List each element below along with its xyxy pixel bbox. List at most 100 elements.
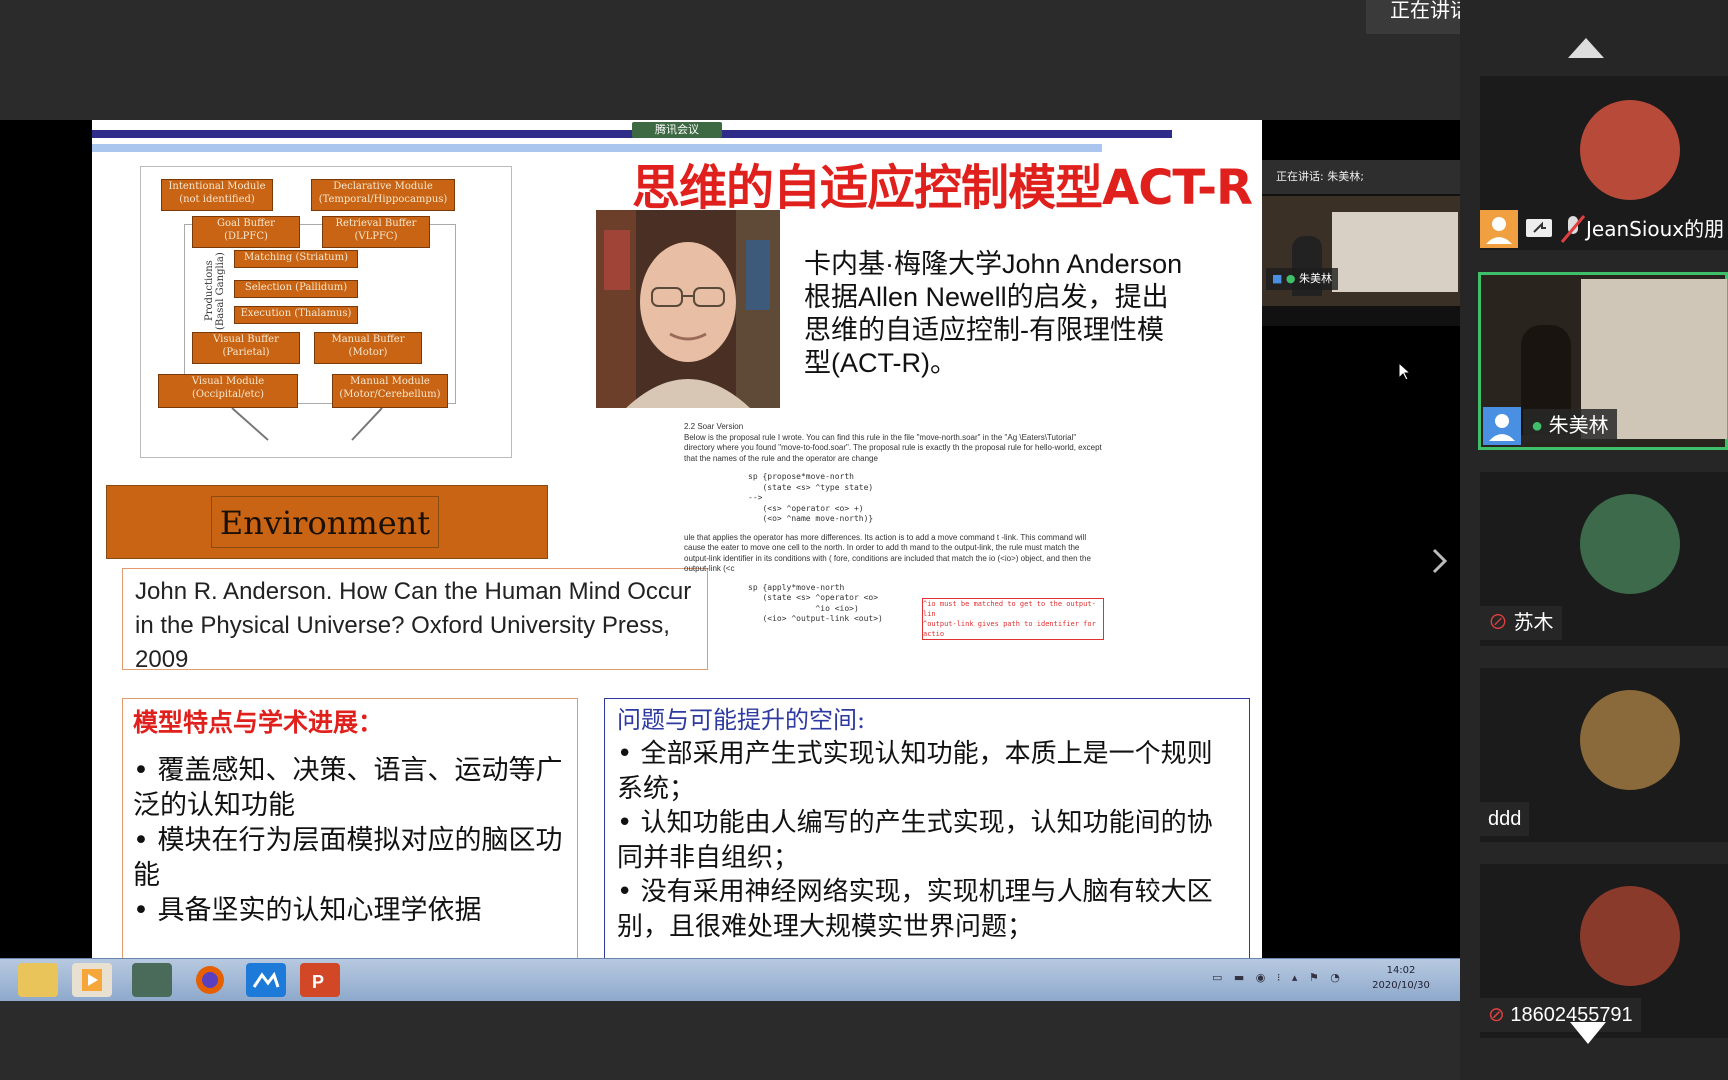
svg-text:P: P bbox=[312, 972, 324, 992]
soar-excerpt: 2.2 Soar Version Below is the proposal r… bbox=[684, 422, 1104, 640]
mouse-cursor-icon bbox=[1398, 362, 1412, 381]
participant-panel: JeanSioux的朋 ● 朱美林 ⊘ 苏木 ddd ⊘ 18602455791 bbox=[1460, 0, 1728, 1080]
participant-tile[interactable]: ⊘ 苏木 bbox=[1480, 472, 1728, 646]
taskbar-clock[interactable]: 14:02 2020/10/30 bbox=[1360, 963, 1442, 993]
meeting-app-label: 腾讯会议 bbox=[632, 122, 722, 138]
participant-tile[interactable]: ⊘ 18602455791 bbox=[1480, 864, 1728, 1038]
environment-box: Environment bbox=[106, 485, 548, 559]
issues-heading: 问题与可能提升的空间: bbox=[617, 706, 866, 734]
thumb-speaking: 正在讲话: 朱美林; bbox=[1262, 160, 1460, 194]
module-label: Goal Buffer bbox=[217, 218, 275, 229]
avatar bbox=[1580, 494, 1680, 594]
issue-item: • 没有采用神经网络实现，实现机理与人脑有较大区别，且很难处理大规模实世界问题； bbox=[617, 877, 1213, 942]
avatar bbox=[1580, 690, 1680, 790]
features-box: 模型特点与学术进展： • 覆盖感知、决策、语言、运动等广泛的认知功能 • 模块在… bbox=[122, 698, 578, 958]
participant-tile[interactable]: ddd bbox=[1480, 668, 1728, 842]
participant-nametag: ⊘ 苏木 bbox=[1480, 606, 1562, 640]
slide-title: 思维的自适应控制模型ACT-R bbox=[632, 160, 1253, 216]
module-label: Manual Buffer bbox=[331, 334, 405, 345]
citation-box: John R. Anderson. How Can the Human Mind… bbox=[122, 568, 708, 673]
powerpoint-icon[interactable]: P bbox=[300, 963, 340, 997]
scroll-up-icon[interactable] bbox=[1566, 36, 1606, 60]
goal-buffer: Goal Buffer (DLPFC) bbox=[192, 216, 300, 248]
author-photo bbox=[596, 210, 780, 408]
soar-paragraph: Below is the proposal rule I wrote. You … bbox=[684, 432, 1102, 463]
module-region: (VLPFC) bbox=[354, 231, 398, 242]
thumb-screen bbox=[1332, 212, 1458, 292]
user-icon bbox=[1483, 407, 1521, 445]
mic-muted-icon: ⊘ bbox=[1488, 1004, 1505, 1026]
soar-paragraph: ule that applies the operator has more d… bbox=[684, 532, 1091, 574]
soar-code-propose: sp {propose*move-north (state <s> ^type … bbox=[748, 472, 874, 523]
portrait-image bbox=[596, 210, 780, 408]
participant-nametag: ddd bbox=[1480, 802, 1530, 836]
user-icon bbox=[1480, 210, 1518, 248]
module-label: Visual Module bbox=[191, 376, 265, 387]
screen-share-icon bbox=[1522, 210, 1556, 248]
productions-label: Productions (Basal Ganglia) bbox=[204, 252, 226, 330]
manual-buffer: Manual Buffer (Motor) bbox=[314, 332, 422, 364]
remote-desktop-icon[interactable] bbox=[132, 963, 172, 997]
issue-item: • 认知功能由人编写的产生式实现，认知功能间的协同并非自组织； bbox=[617, 808, 1213, 873]
diagram-connectors bbox=[231, 408, 383, 441]
chevron-right-icon[interactable] bbox=[1430, 546, 1450, 576]
declarative-module: Declarative Module (Temporal/Hippocampus… bbox=[311, 179, 455, 211]
participant-tile-active[interactable]: ● 朱美林 bbox=[1478, 272, 1728, 450]
user-icon: ■ bbox=[1272, 272, 1283, 285]
avatar bbox=[1580, 100, 1680, 200]
module-label: Visual Buffer bbox=[213, 334, 279, 345]
windows-taskbar: P ▭ ▬ ◉ ⁝ ▴ ⚑ ◔ 14:02 2020/10/30 bbox=[0, 958, 1460, 1001]
annotation-line: ^io must be matched to get to the output… bbox=[923, 600, 1096, 618]
mic-icon: ● bbox=[1285, 272, 1296, 285]
clock-time: 14:02 bbox=[1386, 965, 1416, 976]
feature-item: • 模块在行为层面模拟对应的脑区功能 bbox=[133, 825, 563, 891]
issue-item: • 全部采用产生式实现认知功能，本质上是一个规则系统； bbox=[617, 739, 1213, 804]
participant-tile[interactable]: JeanSioux的朋 bbox=[1480, 76, 1728, 250]
module-region: (Temporal/Hippocampus) bbox=[318, 194, 448, 205]
mic-active-icon: ● bbox=[1531, 415, 1544, 437]
mic-muted-icon bbox=[1558, 212, 1588, 250]
participant-name: 朱美林 bbox=[1548, 415, 1609, 437]
participant-nametag: ● 朱美林 bbox=[1523, 409, 1617, 443]
soar-annotation: ^io must be matched to get to the output… bbox=[922, 598, 1104, 640]
manual-module: Manual Module (Motor/Cerebellum) bbox=[332, 374, 448, 408]
environment-label: Environment bbox=[211, 496, 439, 548]
author-description: 卡内基·梅隆大学John Anderson根据Allen Newell的启发，提… bbox=[804, 249, 1183, 378]
media-player-icon[interactable] bbox=[72, 963, 112, 997]
retrieval-buffer: Retrieval Buffer (VLPFC) bbox=[322, 216, 430, 248]
module-region: (DLPFC) bbox=[224, 231, 268, 242]
module-region: (Motor) bbox=[348, 347, 388, 358]
tray-icons: ▭ ▬ ◉ ⁝ ▴ ⚑ ◔ bbox=[1212, 971, 1344, 984]
intentional-module: Intentional Module (not identified) bbox=[161, 179, 273, 211]
scroll-down-icon[interactable] bbox=[1568, 1020, 1608, 1046]
thumb-nametag: ■ ● 朱美林 bbox=[1266, 268, 1339, 290]
module-region: (Occipital/etc) bbox=[191, 389, 265, 400]
execution-box: Execution (Thalamus) bbox=[234, 306, 358, 324]
visual-buffer: Visual Buffer (Parietal) bbox=[192, 332, 300, 364]
avatar bbox=[1580, 886, 1680, 986]
module-label: Declarative Module bbox=[333, 181, 433, 192]
feature-item: • 覆盖感知、决策、语言、运动等广泛的认知功能 bbox=[133, 755, 563, 821]
feature-item: • 具备坚实的认知心理学依据 bbox=[133, 895, 482, 926]
visual-module: Visual Module (Occipital/etc) bbox=[158, 374, 298, 408]
mic-muted-icon: ⊘ bbox=[1488, 612, 1508, 634]
file-explorer-icon[interactable] bbox=[18, 963, 58, 997]
participant-name: JeanSioux的朋 bbox=[1586, 217, 1725, 241]
matching-box: Matching (Striatum) bbox=[234, 250, 358, 268]
system-tray[interactable]: ▭ ▬ ◉ ⁝ ▴ ⚑ ◔ bbox=[1212, 971, 1352, 989]
presenter-thumbnail[interactable]: 正在讲话: 朱美林; ■ ● 朱美林 bbox=[1262, 160, 1460, 326]
module-region: (Parietal) bbox=[222, 347, 270, 358]
selection-box: Selection (Pallidum) bbox=[234, 280, 358, 298]
module-region: (not identified) bbox=[179, 194, 255, 205]
tencent-meeting-icon[interactable] bbox=[246, 963, 286, 997]
module-label: Retrieval Buffer bbox=[335, 218, 417, 229]
participant-nametag: ⊘ 18602455791 bbox=[1480, 998, 1641, 1032]
participant-name: 苏木 bbox=[1513, 612, 1554, 634]
clock-date: 2020/10/30 bbox=[1372, 980, 1430, 991]
shared-slide: 腾讯会议 思维的自适应控制模型ACT-R Intentional Module … bbox=[92, 120, 1262, 958]
firefox-icon[interactable] bbox=[190, 963, 230, 997]
module-label: Intentional Module bbox=[168, 181, 266, 192]
soar-heading: 2.2 Soar Version bbox=[684, 422, 744, 431]
participant-name: ddd bbox=[1488, 808, 1522, 830]
issues-box: 问题与可能提升的空间: • 全部采用产生式实现认知功能，本质上是一个规则系统； … bbox=[604, 698, 1250, 958]
